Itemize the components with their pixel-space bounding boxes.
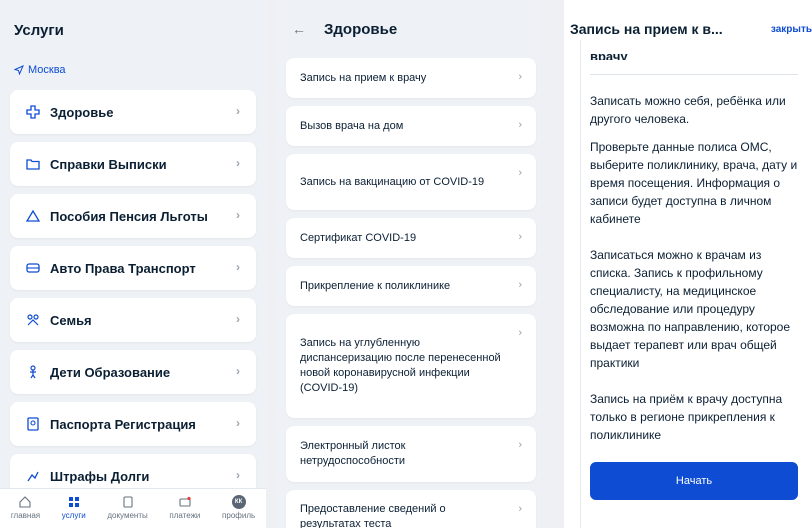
tab-label: платежи — [169, 511, 201, 520]
section-heading: врачу — [590, 50, 628, 60]
header: ← Здоровье — [276, 0, 540, 58]
service-label: Дети Образование — [50, 364, 171, 380]
info-paragraph: Запись на приём к врачу доступна только … — [590, 392, 783, 442]
payment-icon — [178, 495, 192, 509]
tab-payments[interactable]: платежи — [169, 495, 200, 520]
close-button[interactable]: закрыть — [771, 24, 812, 35]
fines-icon — [24, 467, 42, 485]
service-auto[interactable]: Авто Права Транспорт › — [10, 246, 256, 290]
health-screen: ← Здоровье Запись на прием к врачу › Выз… — [276, 0, 540, 528]
passport-icon — [24, 415, 42, 433]
page-title: Здоровье — [324, 20, 398, 38]
child-icon — [24, 363, 42, 381]
item-label: Предоставление сведений о результатах те… — [300, 503, 446, 528]
sheet-title: Запись на прием к в... — [570, 21, 723, 37]
page-title: Услуги — [14, 22, 64, 39]
chevron-right-icon: › — [236, 364, 240, 378]
chevron-right-icon: › — [518, 327, 522, 339]
service-health[interactable]: Здоровье › — [10, 90, 256, 134]
item-label: Электронный листок нетрудоспособности — [300, 440, 406, 467]
list-item[interactable]: Запись на прием к врачу › — [286, 58, 536, 98]
tab-services[interactable]: услуги — [62, 495, 86, 520]
item-label: Вызов врача на дом — [300, 119, 404, 132]
location-selector[interactable]: Москва — [14, 64, 66, 76]
start-button[interactable]: Начать — [590, 462, 798, 500]
list-item[interactable]: Запись на вакцинацию от COVID-19 › — [286, 154, 536, 210]
service-label: Штрафы Долги — [50, 468, 150, 484]
tab-profile[interactable]: КК профиль — [222, 495, 255, 520]
chevron-right-icon: › — [518, 167, 522, 179]
service-family[interactable]: Семья › — [10, 298, 256, 342]
chevron-right-icon: › — [518, 71, 522, 83]
list-item[interactable]: Вызов врача на дом › — [286, 106, 536, 146]
service-label: Авто Права Транспорт — [50, 260, 196, 276]
home-icon — [18, 495, 32, 509]
divider — [580, 40, 581, 528]
item-label: Запись на углубленную диспансеризацию по… — [300, 337, 501, 394]
document-icon — [121, 495, 135, 509]
chevron-right-icon: › — [236, 104, 240, 118]
bottom-tab-bar: главная услуги документы платежи КК проф… — [0, 488, 266, 528]
avatar: КК — [231, 495, 246, 509]
chevron-right-icon: › — [236, 156, 240, 170]
service-label: Семья — [50, 312, 92, 328]
family-icon — [24, 311, 42, 329]
services-screen: Услуги Москва Здоровье › Справки Выписки… — [0, 0, 266, 528]
chevron-right-icon: › — [236, 416, 240, 430]
list-item[interactable]: Прикрепление к поликлинике › — [286, 266, 536, 306]
list-item[interactable]: Электронный листок нетрудоспособности › — [286, 426, 536, 482]
tab-label: документы — [107, 511, 148, 520]
location-arrow-icon — [14, 65, 24, 75]
chevron-right-icon: › — [518, 231, 522, 243]
item-label: Прикрепление к поликлинике — [300, 279, 451, 292]
service-passports[interactable]: Паспорта Регистрация › — [10, 402, 256, 446]
chevron-right-icon: › — [236, 468, 240, 482]
chevron-right-icon: › — [236, 208, 240, 222]
list-item[interactable]: Сертификат COVID-19 › — [286, 218, 536, 258]
item-label: Запись на вакцинацию от COVID-19 — [300, 175, 485, 188]
service-label: Справки Выписки — [50, 156, 167, 172]
item-label: Запись на прием к врачу — [300, 71, 427, 84]
chevron-right-icon: › — [518, 439, 522, 451]
chevron-right-icon: › — [236, 260, 240, 274]
info-paragraph: Записаться можно к врачам из списка. Зап… — [590, 248, 791, 370]
list-item[interactable]: Запись на углубленную диспансеризацию по… — [286, 314, 536, 418]
tab-label: услуги — [61, 511, 86, 520]
service-label: Пособия Пенсия Льготы — [50, 208, 208, 224]
item-label: Сертификат COVID-19 — [300, 231, 417, 244]
tab-documents[interactable]: документы — [107, 495, 148, 520]
chevron-right-icon: › — [518, 279, 522, 291]
tab-label: профиль — [222, 511, 256, 520]
tab-home[interactable]: главная — [11, 495, 40, 520]
chevron-right-icon: › — [518, 119, 522, 131]
service-children[interactable]: Дети Образование › — [10, 350, 256, 394]
service-label: Паспорта Регистрация — [50, 416, 196, 432]
back-arrow-icon[interactable]: ← — [292, 21, 306, 37]
chevron-right-icon: › — [236, 312, 240, 326]
info-paragraph: Записать можно себя, ребёнка или другого… — [590, 94, 786, 126]
info-paragraph: Проверьте данные полиса ОМС, выберите по… — [590, 140, 798, 226]
appointment-sheet: Запись на прием к в... закрыть врачу Зап… — [564, 0, 812, 528]
chevron-right-icon: › — [518, 503, 522, 515]
list-item[interactable]: Предоставление сведений о результатах те… — [286, 490, 536, 528]
service-label: Здоровье — [50, 104, 114, 120]
health-icon — [24, 103, 42, 121]
car-icon — [24, 259, 42, 277]
service-benefits[interactable]: Пособия Пенсия Льготы › — [10, 194, 256, 238]
divider — [590, 74, 798, 75]
grid-icon — [67, 495, 81, 509]
tab-label: главная — [10, 511, 41, 520]
house-icon — [24, 207, 42, 225]
location-label: Москва — [28, 64, 66, 76]
folder-icon — [24, 155, 42, 173]
service-certificates[interactable]: Справки Выписки › — [10, 142, 256, 186]
